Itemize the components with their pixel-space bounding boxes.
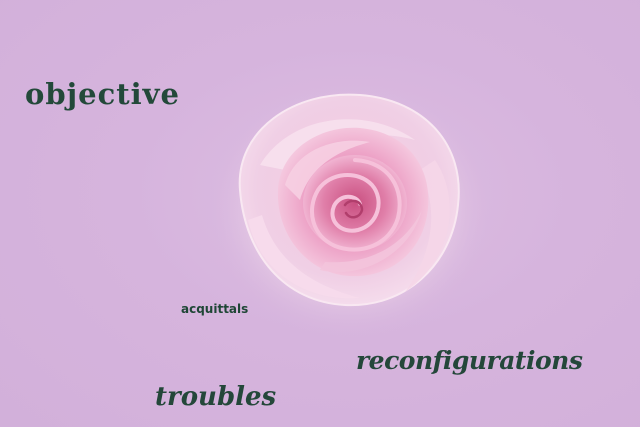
word-troubles: troubles xyxy=(155,382,277,412)
word-reconfigurations: reconfigurations xyxy=(356,346,583,375)
pink-rose-icon xyxy=(205,80,490,340)
background-scene: objective acquittals reconfigurations tr… xyxy=(0,0,640,427)
word-objective: objective xyxy=(25,77,180,111)
word-acquittals: acquittals xyxy=(181,302,249,316)
